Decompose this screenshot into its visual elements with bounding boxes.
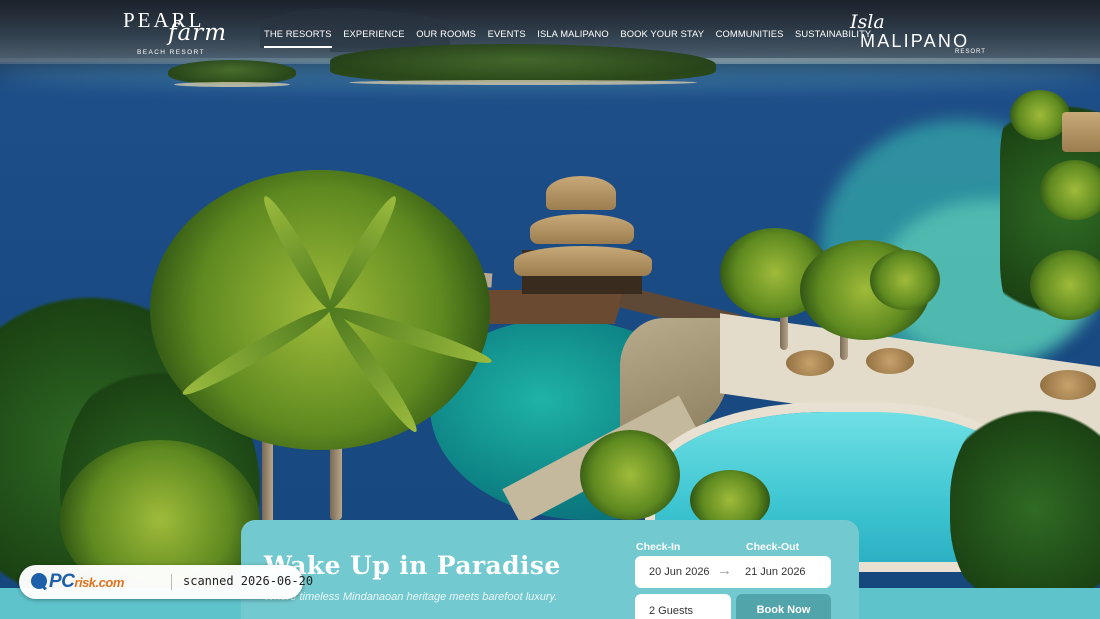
pcrisk-logo: PCrisk.com xyxy=(29,571,164,593)
guests-value: 2 Guests xyxy=(649,605,694,617)
watermark-badge: PCrisk.com scanned 2026-06-20 xyxy=(19,565,313,599)
beach-umbrella xyxy=(866,348,914,374)
nav-item-communities[interactable]: COMMUNITIES xyxy=(716,27,784,48)
isla-malipano-logo[interactable]: Isla MALIPANO RESORT xyxy=(848,11,988,57)
foreground-foliage xyxy=(950,400,1100,619)
nav-item-experience[interactable]: EXPERIENCE xyxy=(343,27,404,48)
arrow-right-icon: → xyxy=(717,562,732,579)
checkin-label: Check-In xyxy=(636,541,681,553)
pavilion-roof xyxy=(530,214,634,244)
nav-item-book-your-stay[interactable]: BOOK YOUR STAY xyxy=(620,27,704,48)
nav-item-events[interactable]: EVENTS xyxy=(488,27,526,48)
hero-tagline: Where timeless Mindanaoan heritage meets… xyxy=(264,591,558,603)
watermark-divider xyxy=(171,574,172,590)
checkout-date[interactable]: 21 Jun 2026 xyxy=(745,566,806,578)
palm-tree xyxy=(1010,90,1070,140)
magnifier-icon xyxy=(31,573,47,589)
main-nav: THE RESORTS EXPERIENCE OUR ROOMS EVENTS … xyxy=(264,27,883,48)
watermark-scan-date: scanned 2026-06-20 xyxy=(183,574,314,588)
villa-roof xyxy=(1062,112,1100,152)
pearl-farm-logo[interactable]: PEARL farm BEACH RESORT xyxy=(122,8,232,60)
checkin-date[interactable]: 20 Jun 2026 xyxy=(649,566,710,578)
logo-text-malipano: MALIPANO xyxy=(860,31,970,51)
logo-text-beach-resort: BEACH RESORT xyxy=(137,49,205,56)
logo-text-isla: Isla xyxy=(850,11,885,33)
beach-umbrella xyxy=(1040,370,1096,400)
beach-umbrella xyxy=(786,350,834,376)
date-range-picker[interactable]: 20 Jun 2026 → 21 Jun 2026 xyxy=(635,556,831,588)
pavilion-roof xyxy=(546,176,616,210)
palm-tree xyxy=(1030,250,1100,320)
palm-tree xyxy=(580,430,680,520)
site-header: PEARL farm BEACH RESORT THE RESORTS EXPE… xyxy=(0,0,1100,64)
logo-text-farm: farm xyxy=(168,20,228,46)
guests-select[interactable]: 2 Guests xyxy=(635,594,731,619)
checkout-label: Check-Out xyxy=(746,541,800,553)
book-now-button[interactable]: Book Now xyxy=(736,594,831,619)
watermark-logo-text: PCrisk.com xyxy=(49,571,124,592)
nav-item-our-rooms[interactable]: OUR ROOMS xyxy=(416,27,476,48)
pavilion-roof xyxy=(514,246,652,276)
nav-item-isla-malipano[interactable]: ISLA MALIPANO xyxy=(537,27,608,48)
logo-text-resort: RESORT xyxy=(955,49,986,55)
nav-item-the-resorts[interactable]: THE RESORTS xyxy=(264,27,332,48)
palm-tree xyxy=(870,250,940,310)
